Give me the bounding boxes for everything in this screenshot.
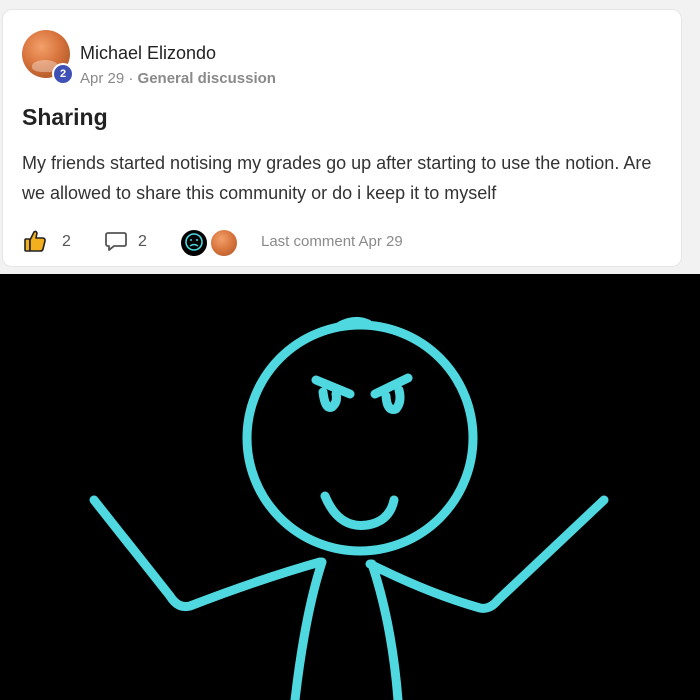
post-actions: 2 2 Last comment Apr 29	[22, 228, 662, 258]
author-avatar-wrap[interactable]: 2	[22, 30, 74, 90]
stick-figure-right-body-line	[367, 559, 403, 700]
commenter-avatar-photo[interactable]	[209, 228, 239, 258]
meta-separator: ·	[128, 70, 134, 87]
post-body: My friends started notising my grades go…	[22, 153, 652, 203]
post-title[interactable]: Sharing	[22, 104, 108, 131]
post-date: Apr 29	[80, 70, 125, 87]
last-comment-label[interactable]: Last comment Apr 29	[261, 233, 403, 250]
stick-figure-image	[0, 274, 700, 700]
author-name[interactable]: Michael Elizondo	[80, 43, 216, 64]
stick-figure-right-eye	[381, 385, 405, 414]
stick-figure-left-arm	[89, 495, 325, 611]
like-count: 2	[62, 233, 71, 250]
stick-figure-smile	[320, 491, 399, 530]
stick-figure-left-body-line	[290, 557, 327, 700]
stick-figure-hair	[335, 316, 373, 331]
comment-button[interactable]	[104, 228, 128, 258]
thumbs-up-icon[interactable]	[22, 228, 48, 259]
stick-figure-left-eye	[318, 387, 341, 412]
post-meta: Apr 29 · General discussion	[80, 70, 276, 87]
post-category[interactable]: General discussion	[138, 70, 276, 87]
post-card[interactable]: 2 Michael Elizondo Apr 29 · General disc…	[2, 9, 682, 267]
speech-bubble-icon[interactable]	[104, 229, 128, 258]
comment-count: 2	[138, 233, 147, 250]
commenter-avatar-stickman[interactable]	[179, 228, 209, 258]
stick-figure-right-arm	[365, 495, 609, 613]
like-button[interactable]	[22, 228, 48, 258]
level-badge: 2	[52, 63, 74, 85]
stick-figure-head	[242, 320, 478, 556]
